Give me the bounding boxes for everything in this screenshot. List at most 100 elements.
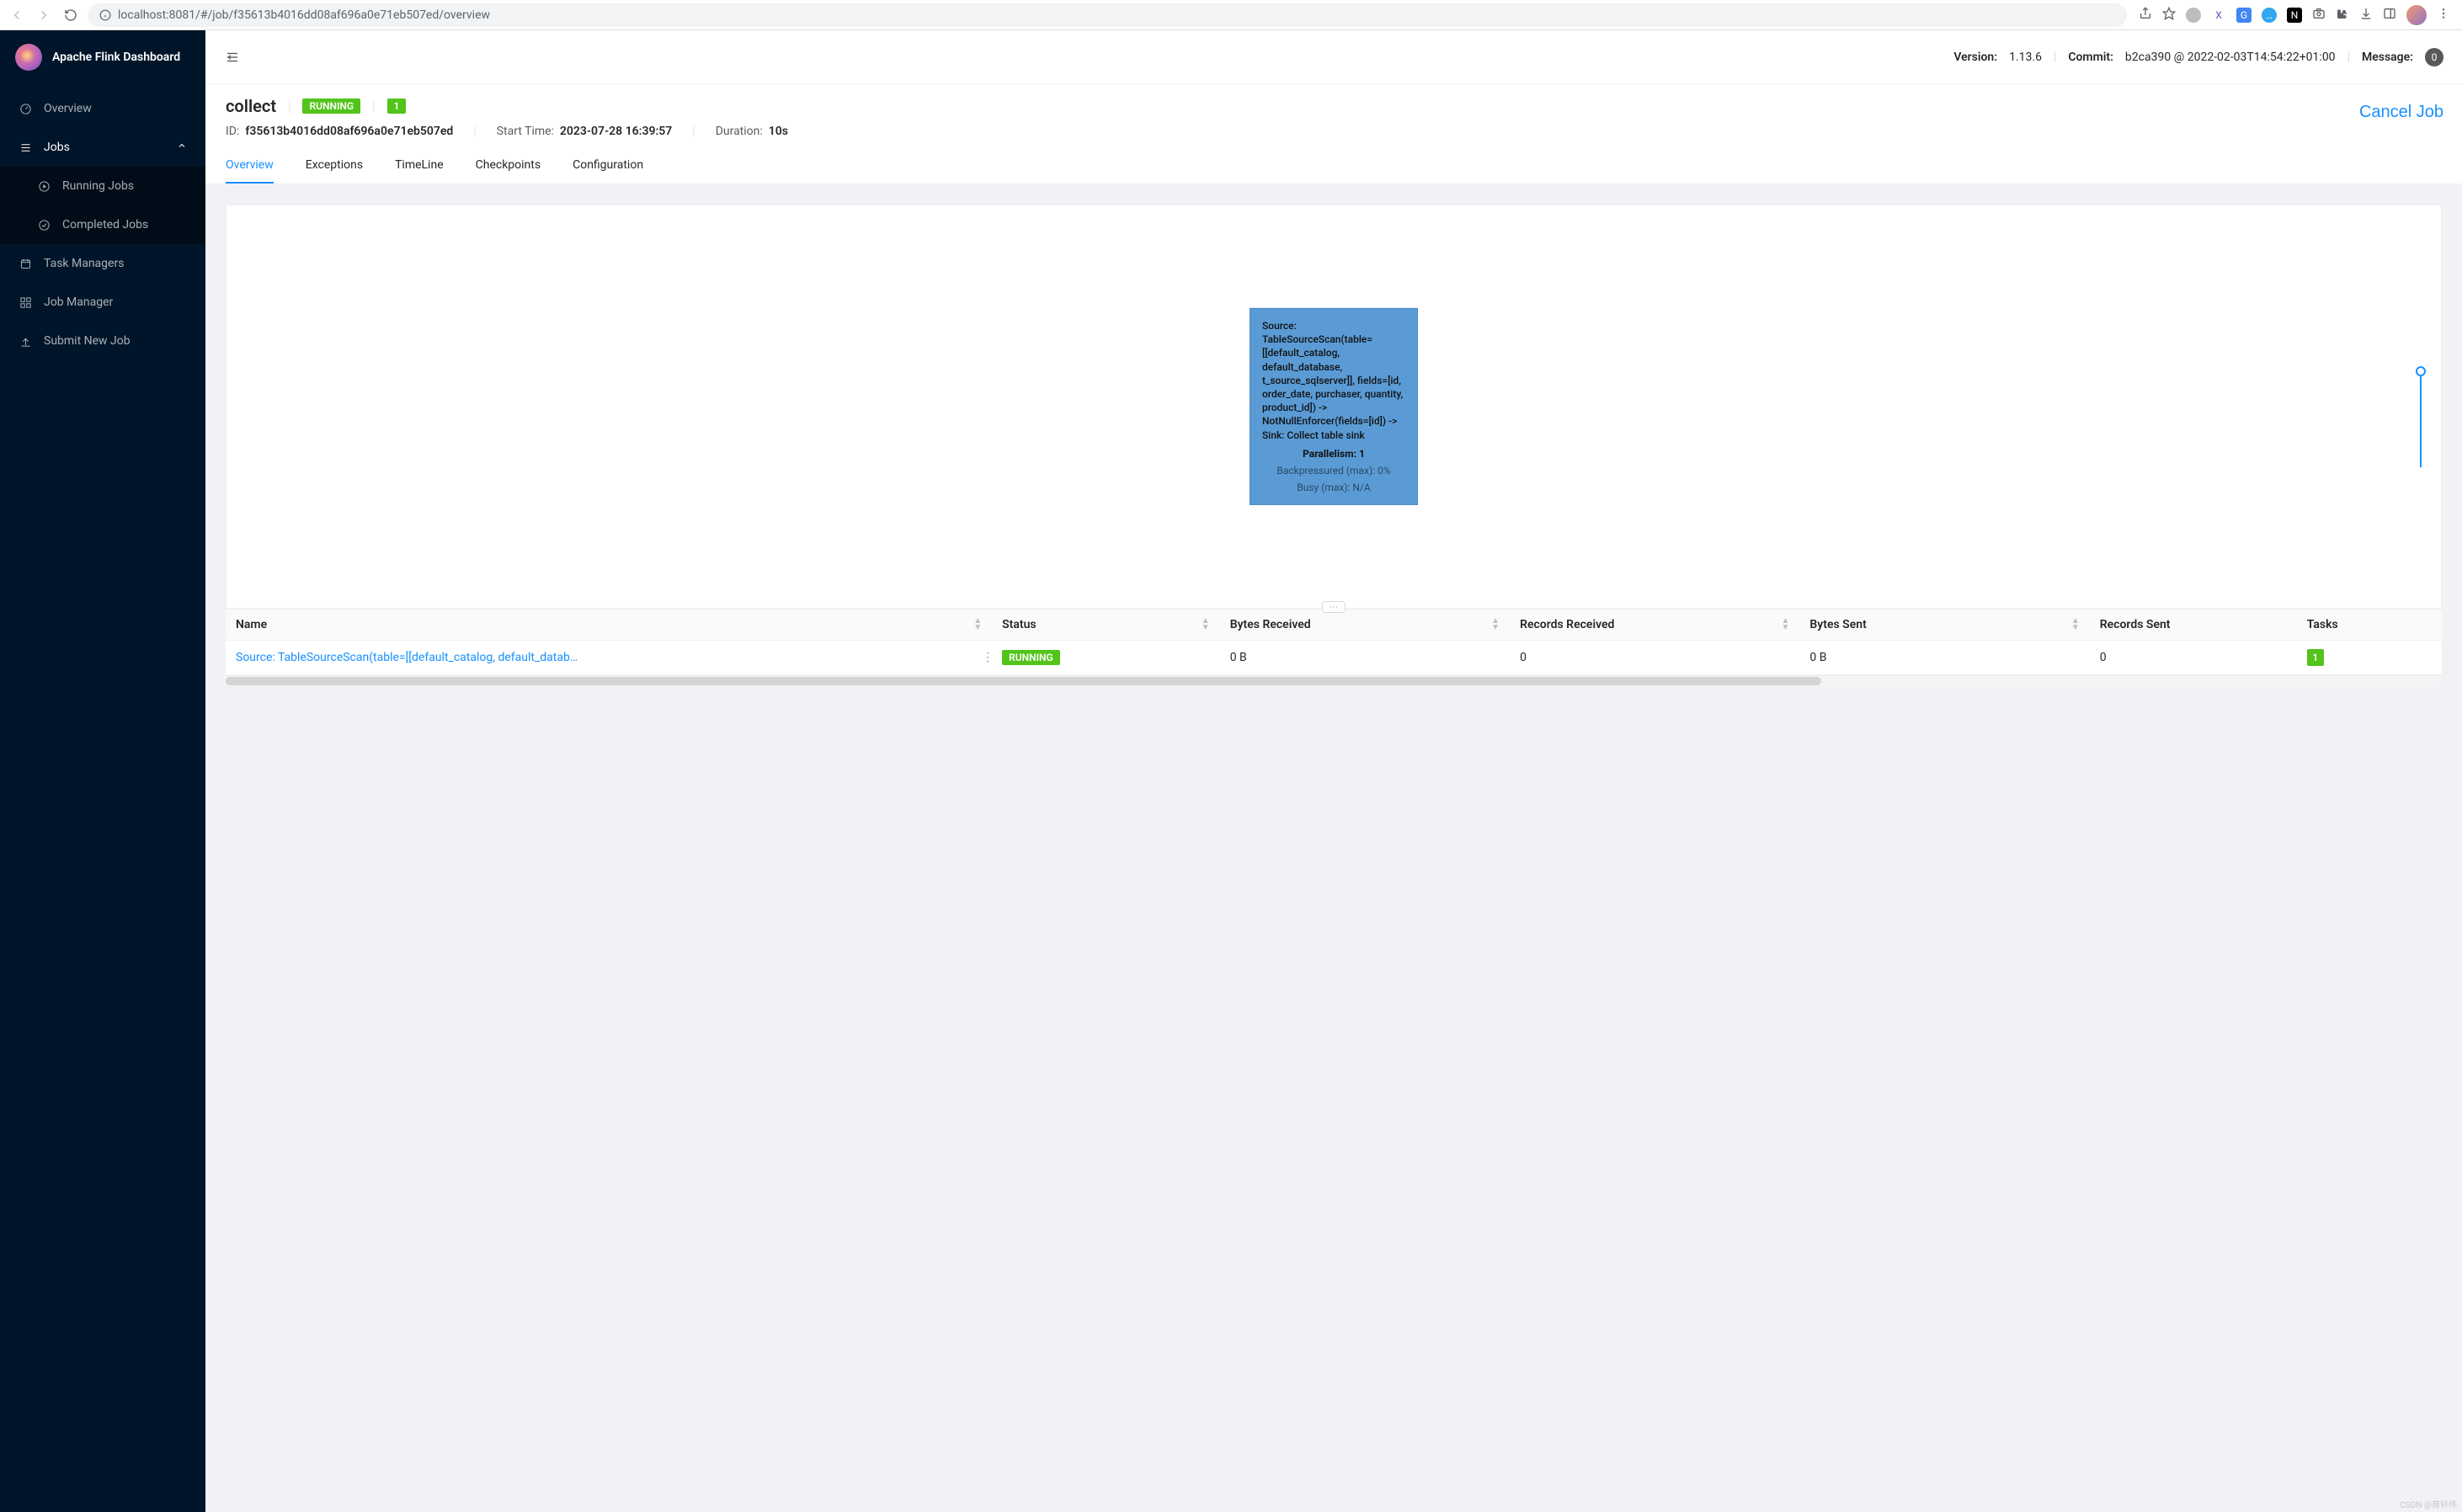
row-records-sent: 0 [2090,641,2297,675]
topbar: Version: 1.13.6 | Commit: b2ca390 @ 2022… [205,30,2462,84]
horizontal-scrollbar[interactable] [226,675,2442,685]
zoom-slider-handle[interactable] [2416,366,2426,376]
start-time-label: Start Time: [497,125,554,138]
table-row[interactable]: Source: TableSourceScan(table=[[default_… [226,641,2442,675]
version-value: 1.13.6 [2009,51,2042,64]
message-count-badge[interactable]: 0 [2425,48,2443,67]
subtask-table: ⋯ Name▲▼ Status▲▼ Bytes Received▲▼ Recor… [226,609,2442,685]
sidebar-item-overview[interactable]: Overview [0,89,205,128]
bars-icon [19,141,32,154]
sidebar-item-running-jobs[interactable]: Running Jobs [0,167,205,205]
panel-icon[interactable] [2383,7,2396,24]
col-status[interactable]: Status▲▼ [992,610,1220,641]
sort-icon: ▲▼ [1491,618,1500,631]
sort-icon: ▲▼ [2071,618,2080,631]
job-status-badge: RUNNING [302,98,360,114]
topbar-right: Version: 1.13.6 | Commit: b2ca390 @ 2022… [1953,48,2443,67]
job-header: collect | RUNNING | 1 ID: f35613b4016dd0… [205,84,2462,148]
extension-icon[interactable]: G [2236,8,2252,23]
tab-exceptions[interactable]: Exceptions [306,148,363,184]
row-bytes-received: 0 B [1220,641,1510,675]
column-drag-icon[interactable]: ⋮ [982,651,992,664]
profile-avatar[interactable] [2406,5,2427,25]
star-icon[interactable] [2162,7,2176,24]
version-label: Version: [1953,51,1997,64]
extension-icon[interactable]: N [2287,8,2302,23]
sidebar-item-submit-new-job[interactable]: Submit New Job [0,322,205,360]
menu-fold-icon[interactable] [224,49,241,66]
col-tasks[interactable]: Tasks [2297,610,2442,641]
sidebar-item-job-manager[interactable]: Job Manager [0,283,205,322]
duration-value: 10s [769,125,788,138]
sidebar-header: Apache Flink Dashboard [0,30,205,84]
zoom-slider-track [2420,376,2422,467]
separator: | [288,99,290,113]
row-status-badge: RUNNING [1002,650,1060,665]
separator: | [473,125,476,138]
sidebar-item-completed-jobs[interactable]: Completed Jobs [0,205,205,244]
sidebar-item-jobs[interactable]: Jobs [0,128,205,167]
watermark: CSDN @蒋轩伟 [2400,1498,2457,1510]
sidebar-item-label: Completed Jobs [62,218,148,232]
flink-logo-icon [15,44,42,71]
product-title: Apache Flink Dashboard [52,51,180,64]
sidebar-item-label: Task Managers [44,257,124,270]
reload-icon [64,8,77,22]
zoom-slider[interactable] [2412,366,2429,467]
col-bytes-received[interactable]: Bytes Received▲▼ [1220,610,1510,641]
build-icon [19,295,32,309]
subtask-table-inner: Name▲▼ Status▲▼ Bytes Received▲▼ Records… [226,610,2442,675]
tab-checkpoints[interactable]: Checkpoints [476,148,541,184]
col-name[interactable]: Name▲▼ [226,610,992,641]
forward-button[interactable] [34,5,54,25]
sidebar-item-label: Running Jobs [62,179,134,193]
sidebar: Apache Flink Dashboard Overview Jobs [0,30,205,1512]
cancel-job-button[interactable]: Cancel Job [2359,103,2443,122]
tab-overview[interactable]: Overview [226,148,274,184]
job-name: collect [226,96,276,116]
reload-button[interactable] [61,5,81,25]
message-label: Message: [2362,51,2413,64]
tab-configuration[interactable]: Configuration [573,148,643,184]
commit-label: Commit: [2068,51,2113,64]
commit-value: b2ca390 @ 2022-02-03T14:54:22+01:00 [2125,51,2336,64]
browser-toolbar: localhost:8081/#/job/f35613b4016dd08af69… [0,0,2462,30]
tab-timeline[interactable]: TimeLine [395,148,444,184]
share-icon[interactable] [2139,7,2152,24]
graph-node[interactable]: Source: TableSourceScan(table=[[default_… [1250,308,1418,505]
sidebar-item-label: Overview [44,102,92,115]
info-icon [99,9,111,21]
chevron-up-icon [177,141,187,154]
start-time-value: 2023-07-28 16:39:57 [560,125,672,138]
browser-actions: X G … N [2134,5,2455,25]
extensions-puzzle-icon[interactable] [2336,7,2349,24]
job-task-count-badge: 1 [387,98,407,114]
col-records-sent[interactable]: Records Sent [2090,610,2297,641]
main: Version: 1.13.6 | Commit: b2ca390 @ 2022… [205,30,2462,1512]
separator: | [2347,51,2350,64]
job-title-row: collect | RUNNING | 1 [226,96,2442,116]
download-icon[interactable] [2359,7,2373,24]
col-records-received[interactable]: Records Received▲▼ [1510,610,1799,641]
resize-handle-icon[interactable]: ⋯ [1322,601,1346,613]
extension-icon[interactable]: X [2211,8,2226,23]
back-button[interactable] [7,5,27,25]
address-bar[interactable]: localhost:8081/#/job/f35613b4016dd08af69… [88,3,2127,27]
row-name-link[interactable]: Source: TableSourceScan(table=[[default_… [236,651,578,664]
col-bytes-sent[interactable]: Bytes Sent▲▼ [1799,610,2089,641]
camera-icon[interactable] [2312,7,2326,24]
job-graph-panel[interactable]: Source: TableSourceScan(table=[[default_… [226,205,2442,609]
table-header-row: Name▲▼ Status▲▼ Bytes Received▲▼ Records… [226,610,2442,641]
extension-icon[interactable]: … [2262,8,2277,23]
sidebar-item-label: Jobs [44,141,70,154]
row-tasks-badge: 1 [2307,649,2324,666]
sidebar-item-task-managers[interactable]: Task Managers [0,244,205,283]
upload-icon [19,334,32,348]
sidebar-jobs-submenu: Running Jobs Completed Jobs [0,167,205,244]
extension-icon[interactable] [2186,8,2201,23]
kebab-icon[interactable] [2437,7,2450,24]
sidebar-item-label: Submit New Job [44,334,131,348]
app-root: Apache Flink Dashboard Overview Jobs [0,30,2462,1512]
check-circle-icon [37,218,51,232]
scrollbar-thumb[interactable] [226,677,1821,685]
